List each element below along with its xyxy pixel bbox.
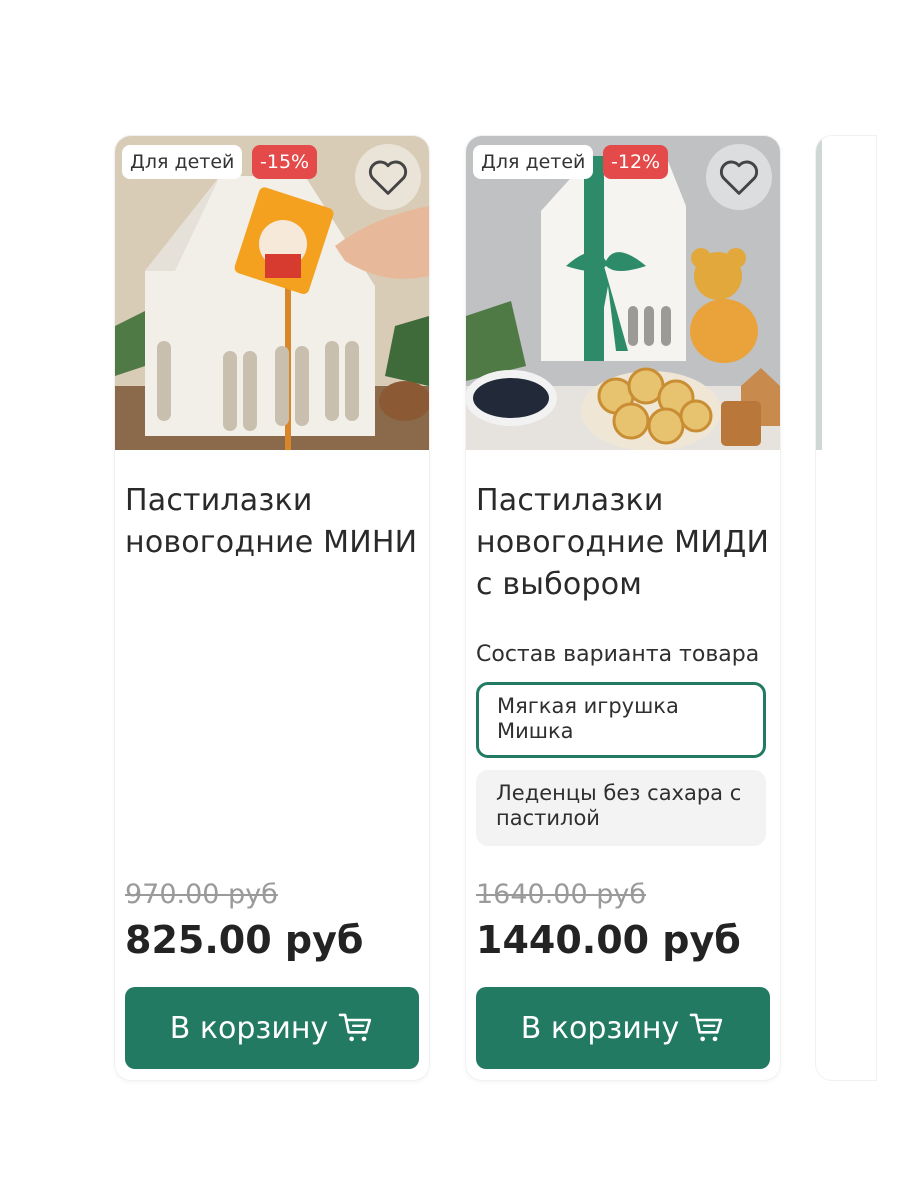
old-price: 1640.00 руб bbox=[476, 879, 647, 910]
old-price: 970.00 руб bbox=[125, 879, 278, 910]
product-card[interactable]: Для детей -15% Пастилазки новогодние МИН… bbox=[115, 136, 429, 1080]
heart-icon bbox=[719, 160, 759, 195]
category-badge: Для детей bbox=[473, 145, 594, 179]
cart-icon bbox=[338, 1013, 372, 1042]
variant-label: Состав варианта товара bbox=[476, 642, 760, 667]
variant-option[interactable]: Леденцы без сахара с пастилой bbox=[476, 770, 766, 846]
variant-option-label: Мягкая игрушка Мишка bbox=[497, 694, 679, 743]
product-card-partial[interactable] bbox=[816, 136, 876, 1080]
discount-badge: -15% bbox=[252, 145, 318, 179]
product-title[interactable]: Пастилазки новогодние МИНИ bbox=[125, 480, 425, 564]
add-to-cart-label: В корзину bbox=[520, 1010, 680, 1046]
cart-icon bbox=[689, 1013, 723, 1042]
add-to-cart-button[interactable]: В корзину bbox=[125, 987, 419, 1069]
price: 1440.00 руб bbox=[476, 918, 741, 962]
heart-icon bbox=[368, 160, 408, 195]
price: 825.00 руб bbox=[125, 918, 364, 962]
product-card[interactable]: Для детей -12% Пастилазки новогодние МИД… bbox=[466, 136, 780, 1080]
product-image bbox=[816, 136, 822, 450]
category-badge: Для детей bbox=[122, 145, 243, 179]
discount-badge: -12% bbox=[603, 145, 669, 179]
favorite-button[interactable] bbox=[355, 144, 421, 210]
add-to-cart-label: В корзину bbox=[169, 1010, 329, 1046]
favorite-button[interactable] bbox=[706, 144, 772, 210]
variant-option-label: Леденцы без сахара с пастилой bbox=[496, 781, 742, 830]
add-to-cart-button[interactable]: В корзину bbox=[476, 987, 770, 1069]
variant-option-selected[interactable]: Мягкая игрушка Мишка bbox=[476, 682, 766, 758]
product-title[interactable]: Пастилазки новогодние МИДИ с выбором bbox=[476, 480, 776, 606]
